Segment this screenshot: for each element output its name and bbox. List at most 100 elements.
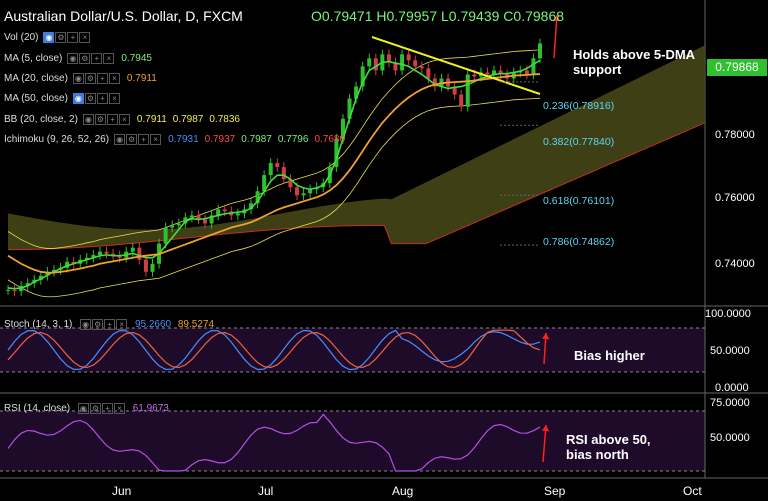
x-tick-label: Jun xyxy=(112,484,132,498)
indicator-buttons[interactable]: ◉ ⚙ + × xyxy=(114,134,162,145)
candle-body xyxy=(143,259,148,272)
fib-label: 0.382(0.77840) xyxy=(543,136,615,148)
stoch-label: Stoch (14, 3, 1) xyxy=(4,319,73,331)
candle-body xyxy=(426,68,431,79)
indicator-value: 0.7796 xyxy=(277,134,309,146)
annotation-support: Holds above 5-DMA support xyxy=(573,47,696,77)
indicator-label: Ichimoku (9, 26, 52, 26) xyxy=(4,134,110,146)
indicator-label: MA (5, close) xyxy=(4,53,63,65)
fib-label: 0.236(0.78916) xyxy=(543,100,615,112)
indicator-row[interactable]: MA (20, close) ◉ ⚙ + × 0.7911 xyxy=(4,73,157,84)
indicator-row[interactable]: BB (20, close, 2) ◉ ⚙ + × 0.7911 0.7987 0.7836 xyxy=(4,114,240,125)
settings-icon[interactable]: ⚙ xyxy=(84,93,96,104)
candle-body xyxy=(203,219,208,224)
settings-icon[interactable]: ⚙ xyxy=(84,73,96,84)
last-price-tag: 0.79868 xyxy=(707,59,767,76)
close-icon[interactable]: × xyxy=(108,73,120,84)
stoch-buttons[interactable]: ◉ ⚙ + × xyxy=(80,319,128,330)
ohlc-readout: O0.79471 H0.79957 L0.79439 C0.79868 xyxy=(311,8,564,24)
add-icon[interactable]: + xyxy=(104,319,116,330)
eye-icon[interactable]: ◉ xyxy=(77,403,89,414)
settings-icon[interactable]: ⚙ xyxy=(55,32,67,43)
candle-body xyxy=(367,58,372,67)
indicator-row[interactable]: Ichimoku (9, 26, 52, 26) ◉ ⚙ + × 0.7931 0.7937… xyxy=(4,134,345,145)
annotation-rsi: RSI above 50, bias north xyxy=(566,432,651,462)
rsi-axis-label: 75.0000 xyxy=(710,397,750,409)
candle-body xyxy=(413,60,418,67)
settings-icon[interactable]: ⚙ xyxy=(79,53,91,64)
candle-body xyxy=(176,223,181,226)
add-icon[interactable]: + xyxy=(96,93,108,104)
close-icon[interactable]: × xyxy=(103,53,115,64)
candle-body xyxy=(104,251,109,254)
settings-icon[interactable]: ⚙ xyxy=(89,403,101,414)
eye-icon[interactable]: ◉ xyxy=(114,134,126,145)
indicator-buttons[interactable]: ◉ ⚙ + × xyxy=(72,73,121,84)
eye-icon[interactable]: ◉ xyxy=(67,53,79,64)
candle-body xyxy=(170,225,175,228)
settings-icon[interactable]: ⚙ xyxy=(94,114,106,125)
candle-body xyxy=(6,289,10,291)
stoch-d-value: 89.5274 xyxy=(177,319,215,331)
open-value: O0.79471 xyxy=(311,8,373,24)
indicator-value: 0.7911 xyxy=(126,73,157,85)
candle-body xyxy=(373,58,378,71)
eye-icon[interactable]: ◉ xyxy=(72,73,84,84)
candle-body xyxy=(12,289,17,292)
candle-body xyxy=(137,247,142,260)
annotation-bias: Bias higher xyxy=(574,348,645,363)
indicator-label: BB (20, close, 2) xyxy=(4,114,78,126)
eye-icon[interactable]: ◉ xyxy=(72,93,84,104)
high-value: H0.79957 xyxy=(376,8,438,24)
add-icon[interactable]: + xyxy=(101,403,113,414)
close-icon[interactable]: × xyxy=(118,114,130,125)
x-tick-label: Jul xyxy=(258,484,274,498)
close-icon[interactable]: × xyxy=(150,134,162,145)
close-icon[interactable]: × xyxy=(113,403,125,414)
close-icon[interactable]: × xyxy=(108,93,120,104)
close-icon[interactable]: × xyxy=(116,319,128,330)
candle-body xyxy=(150,263,155,272)
indicator-value: 0.7937 xyxy=(204,134,236,146)
candle-body xyxy=(531,58,536,75)
rsi-value: 61.9673 xyxy=(132,403,169,415)
indicator-label: Vol (20) xyxy=(4,32,39,44)
rsi-axis-label: 50.0000 xyxy=(710,432,750,444)
stoch-axis-label: 50.0000 xyxy=(710,345,750,357)
candle-body xyxy=(294,187,299,196)
rsi-buttons[interactable]: ◉ ⚙ + × xyxy=(77,403,126,414)
settings-icon[interactable]: ⚙ xyxy=(92,319,104,330)
add-icon[interactable]: + xyxy=(96,73,108,84)
indicator-value: 0.7987 xyxy=(172,114,204,126)
stoch-k-value: 95.2660 xyxy=(134,319,172,331)
indicator-row[interactable]: MA (5, close) ◉ ⚙ + × 0.7945 xyxy=(4,53,152,64)
indicator-row[interactable]: MA (50, close) ◉ ⚙ + × xyxy=(4,93,121,104)
candle-body xyxy=(419,66,424,69)
indicator-row[interactable]: Vol (20) ◉ ⚙ + × xyxy=(4,32,91,43)
add-icon[interactable]: + xyxy=(138,134,150,145)
indicator-value: 0.7987 xyxy=(241,134,272,146)
indicator-label: MA (50, close) xyxy=(4,93,68,105)
eye-icon[interactable]: ◉ xyxy=(43,32,55,43)
add-icon[interactable]: + xyxy=(106,114,118,125)
indicator-buttons[interactable]: ◉ ⚙ + × xyxy=(72,93,121,104)
rsi-label: RSI (14, close) xyxy=(4,403,71,415)
low-value: L0.79439 xyxy=(441,8,500,24)
close-icon[interactable]: × xyxy=(79,32,91,43)
indicator-buttons[interactable]: ◉ ⚙ + × xyxy=(43,32,91,43)
candle-body xyxy=(275,163,280,168)
indicator-value: 0.7945 xyxy=(121,53,152,65)
candle-body xyxy=(97,251,102,255)
eye-icon[interactable]: ◉ xyxy=(80,319,92,330)
indicator-value: 0.7931 xyxy=(168,134,199,146)
eye-icon[interactable]: ◉ xyxy=(82,114,94,125)
indicator-buttons[interactable]: ◉ ⚙ + × xyxy=(67,53,115,64)
candle-body xyxy=(459,94,464,107)
indicator-buttons[interactable]: ◉ ⚙ + × xyxy=(82,114,131,125)
add-icon[interactable]: + xyxy=(91,53,103,64)
stoch-axis-label: 0.0000 xyxy=(715,382,749,394)
x-tick-label: Sep xyxy=(544,484,566,498)
settings-icon[interactable]: ⚙ xyxy=(126,134,138,145)
candle-body xyxy=(268,163,273,176)
add-icon[interactable]: + xyxy=(67,32,79,43)
